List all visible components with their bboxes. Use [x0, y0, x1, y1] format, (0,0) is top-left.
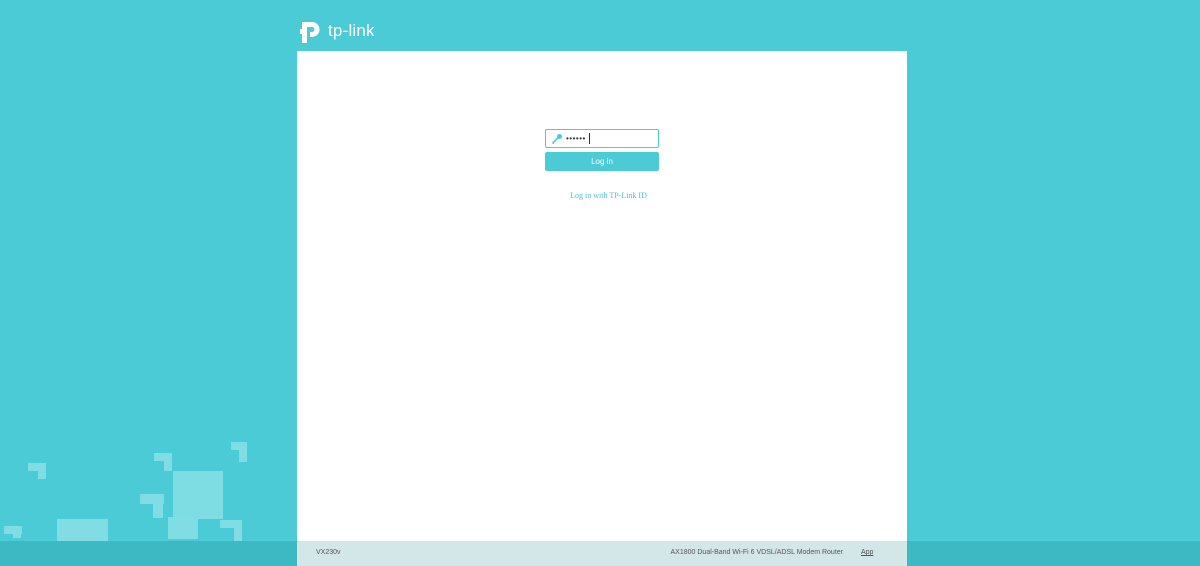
tp-link-logo: tp-link: [297, 17, 375, 45]
login-button[interactable]: Log in: [545, 152, 659, 171]
tp-link-logo-icon: [297, 17, 325, 45]
footer-bar: VX230v AX1800 Dual-Band Wi-Fi 6 VDSL/ADS…: [0, 541, 1200, 566]
login-panel: Log in Log in with TP-Link ID: [297, 51, 907, 541]
model-name: VX230v: [316, 549, 341, 556]
tplink-id-login-link[interactable]: Log in with TP-Link ID: [545, 191, 672, 200]
footer-content: VX230v AX1800 Dual-Band Wi-Fi 6 VDSL/ADS…: [297, 541, 907, 566]
key-icon: [550, 132, 564, 146]
product-description: AX1800 Dual-Band Wi-Fi 6 VDSL/ADSL Modem…: [670, 549, 843, 556]
password-field[interactable]: [545, 129, 659, 148]
logo-text: tp-link: [328, 21, 375, 40]
password-input[interactable]: [564, 131, 646, 146]
app-link[interactable]: App: [861, 549, 873, 556]
text-caret: [589, 133, 590, 144]
